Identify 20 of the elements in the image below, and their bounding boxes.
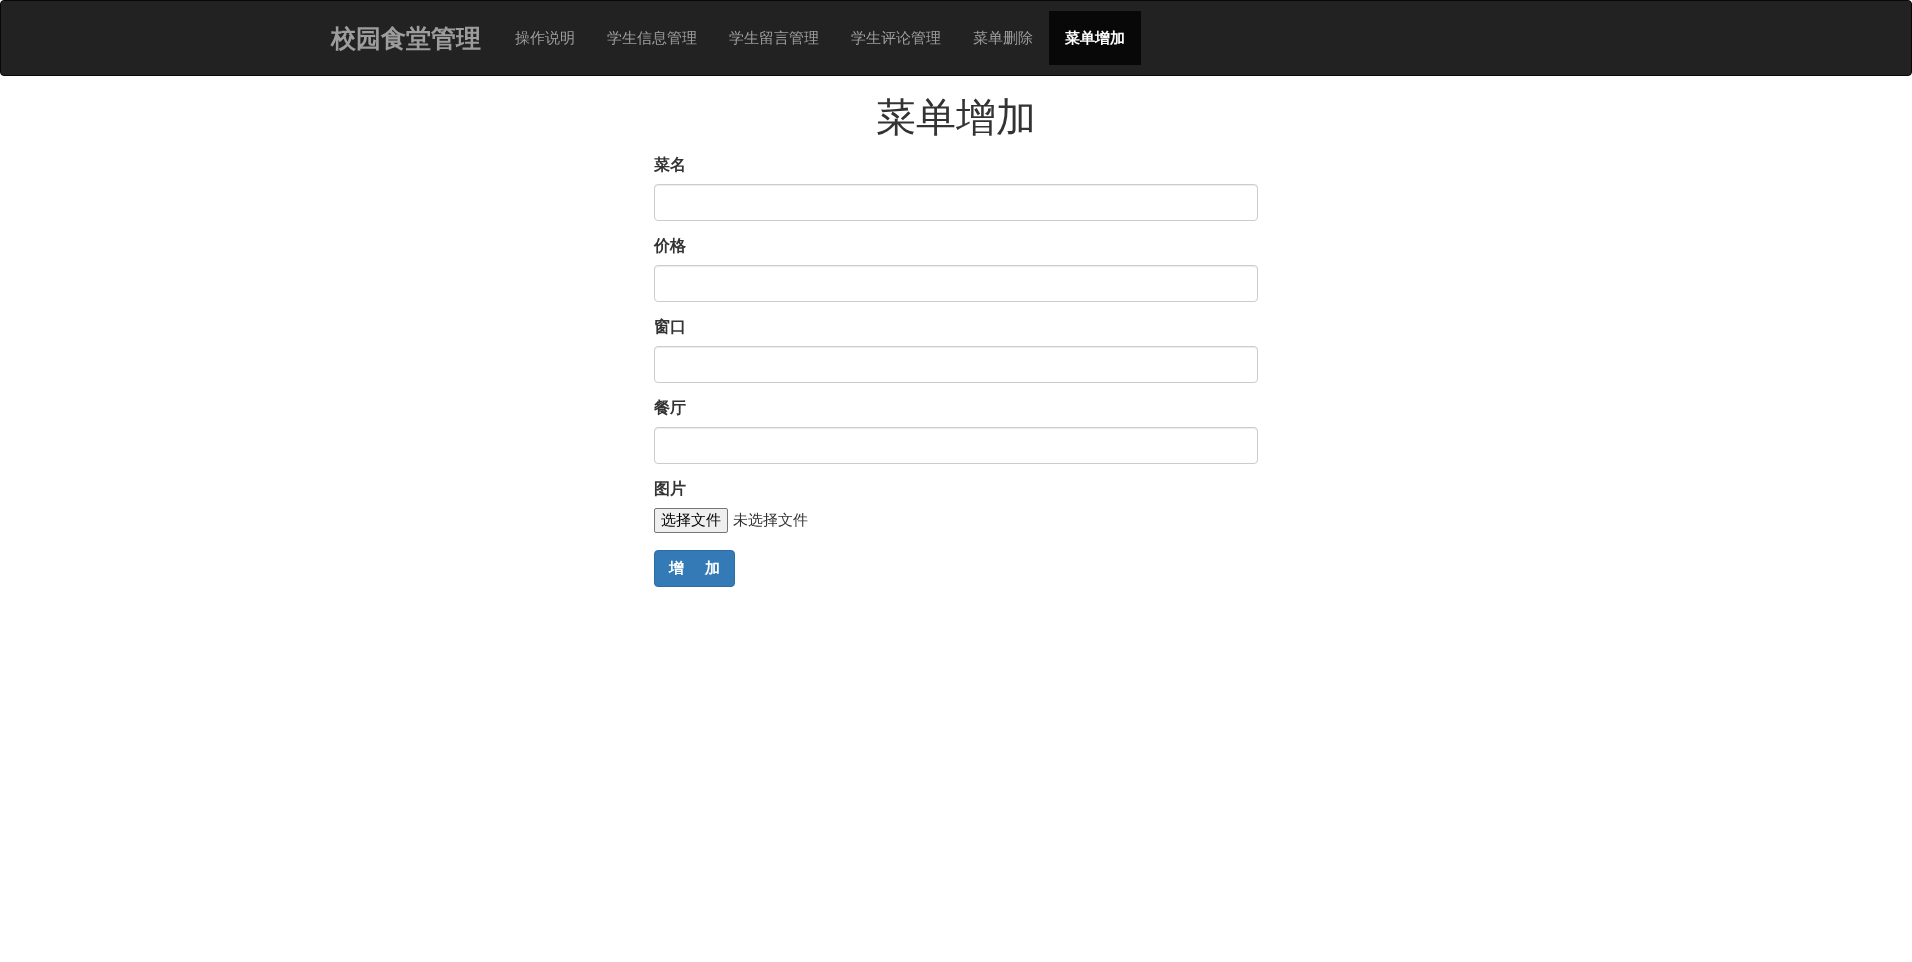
field-label: 餐厅 xyxy=(654,398,686,419)
field-label: 窗口 xyxy=(654,317,686,338)
input-field[interactable] xyxy=(654,427,1258,464)
input-field[interactable] xyxy=(654,346,1258,383)
nav-link[interactable]: 学生评论管理 xyxy=(835,11,957,65)
input-field[interactable] xyxy=(654,184,1258,221)
nav-link[interactable]: 菜单增加 xyxy=(1049,11,1141,65)
nav-link[interactable]: 学生信息管理 xyxy=(591,11,713,65)
nav-link[interactable]: 菜单删除 xyxy=(957,11,1049,65)
nav-link[interactable]: 操作说明 xyxy=(499,11,591,65)
add-button[interactable]: 增 加 xyxy=(654,550,735,587)
choose-file-button[interactable]: 选择文件 xyxy=(654,508,728,533)
input-field[interactable] xyxy=(654,265,1258,302)
page-title: 菜单增加 xyxy=(875,93,1037,142)
field-label: 价格 xyxy=(654,236,686,257)
nav-link[interactable]: 学生留言管理 xyxy=(713,11,835,65)
field-label: 菜名 xyxy=(654,155,686,176)
file-status: 未选择文件 xyxy=(733,511,808,530)
field-label: 图片 xyxy=(654,479,686,500)
brand-link[interactable]: 校园食堂管理 xyxy=(319,21,499,55)
